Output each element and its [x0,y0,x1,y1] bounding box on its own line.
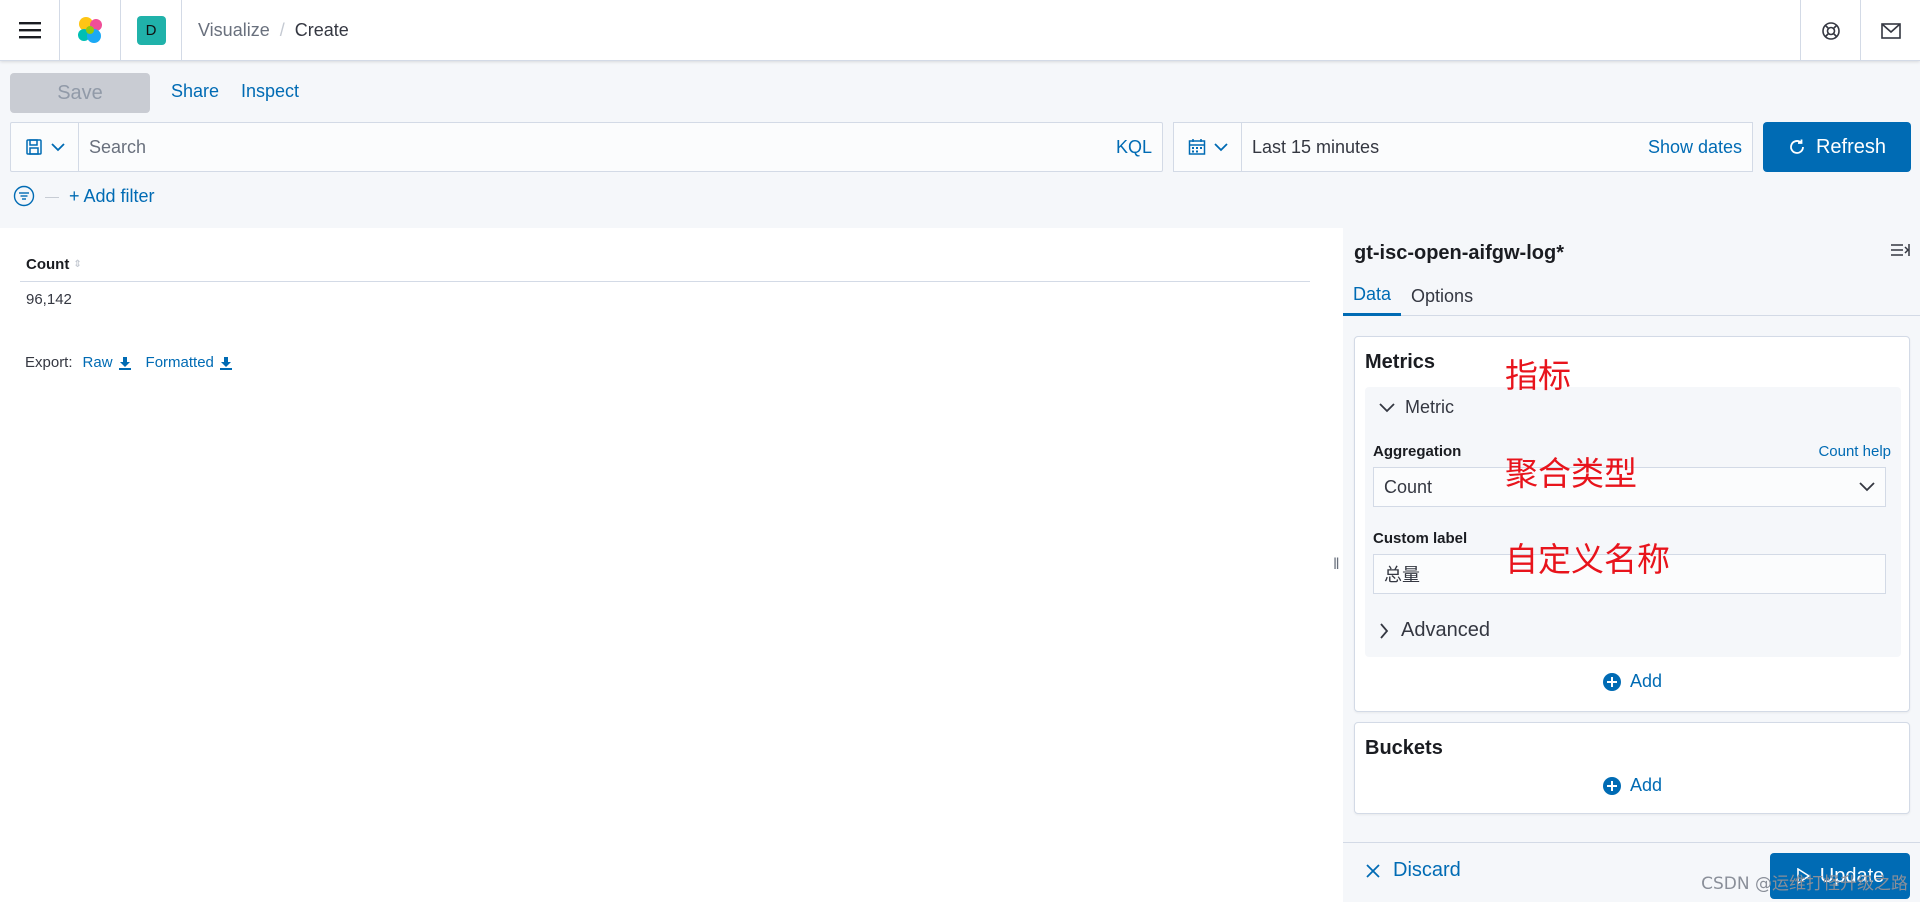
add-filter-button[interactable]: + Add filter [69,186,155,207]
editor-tabs: Data Options [1343,276,1920,316]
discard-button[interactable]: Discard [1365,859,1461,882]
plus-circle-icon [1602,776,1621,795]
chevron-down-icon [1379,402,1395,412]
collapse-sidebar-icon[interactable] [1890,242,1910,263]
help-icon[interactable] [1800,0,1860,61]
metrics-title: Metrics [1365,351,1436,373]
custom-label-label: Custom label [1373,530,1468,547]
aggregation-label: Aggregation [1373,443,1462,460]
annotation-custom-label: 自定义名称 [1505,540,1670,579]
show-dates-link[interactable]: Show dates [1648,137,1752,158]
metrics-panel: Metrics Metric Aggregation Count help Co… [1354,336,1910,712]
watermark: CSDN @运维打怪升级之路 [1701,874,1908,894]
breadcrumb: Visualize / Create [182,20,349,41]
add-bucket-label: Add [1629,775,1663,795]
breadcrumb-visualize[interactable]: Visualize [198,20,270,41]
space-selector[interactable]: D [121,0,182,61]
metric-accordion-toggle[interactable]: Metric [1379,397,1454,418]
refresh-icon [1790,139,1804,154]
save-button[interactable]: Save [10,73,150,113]
annotation-aggregation: 聚合类型 [1505,454,1637,493]
index-pattern-title: gt-isc-open-aifgw-log* [1354,242,1564,264]
add-bucket-button[interactable]: Add [1355,775,1909,796]
save-query-icon [25,139,42,155]
advanced-label: Advanced [1401,619,1490,641]
column-header-count[interactable]: Count [26,256,69,273]
query-bar: KQL [10,122,1163,172]
data-table: Count ⇕ 96,142 [20,248,1310,316]
export-label: Export: [25,354,73,371]
chevron-right-icon [1380,622,1389,639]
download-icon [219,356,232,370]
plus-circle-icon [1602,672,1621,691]
metric-aggregation: Metric Aggregation Count help Count Cust… [1365,387,1901,657]
add-metric-label: Add [1629,671,1663,691]
space-avatar: D [136,15,166,45]
export-formatted-label: Formatted [145,354,214,371]
filter-options-icon[interactable] [13,185,35,207]
date-picker: Last 15 minutes Show dates [1173,122,1753,172]
saved-query-button[interactable] [11,123,79,171]
metric-agg-title: Metric [1405,397,1454,417]
export-bar: Export: Raw Formatted [25,354,237,371]
advanced-toggle[interactable]: Advanced [1379,619,1490,642]
editor-sidebar: gt-isc-open-aifgw-log* Data Options Metr… [1343,228,1920,902]
chevron-down-icon [1859,482,1875,492]
resize-handle-icon[interactable]: ‖ [1333,556,1340,574]
aggregation-value: Count [1384,476,1433,497]
table-header[interactable]: Count ⇕ [20,248,1310,282]
close-icon [1366,863,1380,878]
annotation-metric: 指标 [1505,356,1571,395]
export-raw-label: Raw [82,354,113,371]
elastic-logo-icon[interactable] [60,0,121,61]
menu-icon[interactable] [0,0,60,61]
inspect-link[interactable]: Inspect [241,81,299,102]
buckets-title: Buckets [1365,737,1443,759]
calendar-icon [1188,139,1205,155]
breadcrumb-separator: / [279,19,285,40]
refresh-button[interactable]: Refresh [1763,122,1911,172]
download-icon [118,356,131,370]
app-header: D Visualize / Create [0,0,1920,61]
filter-bar: — + Add filter [13,185,155,207]
discard-label: Discard [1393,859,1461,881]
search-input[interactable] [79,123,1116,171]
buckets-panel: Buckets Add [1354,722,1910,814]
count-help-link[interactable]: Count help [1818,443,1891,460]
share-link[interactable]: Share [171,81,219,102]
breadcrumb-create: Create [294,19,349,40]
chevron-down-icon [1213,143,1228,152]
visualization-area: Count ⇕ 96,142 Export: Raw Formatted [0,228,1330,902]
filter-divider: — [45,188,59,204]
quick-menu-button[interactable] [1174,123,1242,171]
export-formatted-link[interactable]: Formatted [146,354,233,371]
mail-icon[interactable] [1860,0,1920,61]
chevron-down-icon [50,143,65,152]
table-row: 96,142 [26,290,72,308]
tab-options[interactable]: Options [1401,276,1483,316]
add-metric-button[interactable]: Add [1355,671,1909,692]
top-nav-bar: Save Share Inspect KQL Last 15 minutes S… [0,61,1920,228]
query-language-button[interactable]: KQL [1116,137,1162,158]
tab-data[interactable]: Data [1343,276,1402,316]
sort-icon[interactable]: ⇕ [73,259,81,270]
time-range-text[interactable]: Last 15 minutes [1242,137,1648,158]
export-raw-link[interactable]: Raw [83,354,132,371]
refresh-label: Refresh [1815,135,1887,158]
